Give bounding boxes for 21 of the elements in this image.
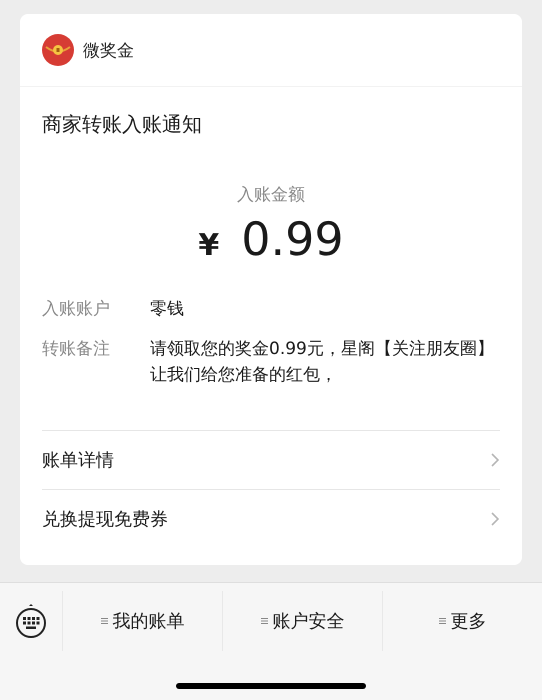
chevron-right-icon xyxy=(490,452,500,468)
detail-label: 转账备注 xyxy=(42,338,111,361)
menu-button[interactable]: 更多 xyxy=(382,591,542,651)
menu-icon xyxy=(438,617,446,625)
menu-icon xyxy=(260,617,268,625)
keyboard-icon[interactable] xyxy=(14,603,48,639)
notice-title: 商家转账入账通知 xyxy=(42,111,203,138)
menu-button[interactable]: 账户安全 xyxy=(222,591,382,651)
chevron-right-icon xyxy=(490,511,500,527)
currency-symbol: ¥ xyxy=(198,228,220,263)
menu-icon xyxy=(100,617,108,625)
detail-label: 入账账户 xyxy=(42,298,111,321)
link-row[interactable]: 账单详情 xyxy=(42,430,500,489)
link-row[interactable]: 兑换提现免费券 xyxy=(42,489,500,548)
amount-label: 入账金额 xyxy=(237,184,305,206)
menu-button[interactable]: 我的账单 xyxy=(62,591,222,651)
detail-value: 零钱 xyxy=(150,298,185,321)
amount-value: 0.99 xyxy=(241,212,344,266)
detail-value: 请领取您的奖金0.99元，星阁【关注朋友圈】让我们给您准备的红包， xyxy=(150,338,495,387)
app-name: 微奖金 xyxy=(83,40,134,62)
app-logo-icon xyxy=(42,34,74,66)
